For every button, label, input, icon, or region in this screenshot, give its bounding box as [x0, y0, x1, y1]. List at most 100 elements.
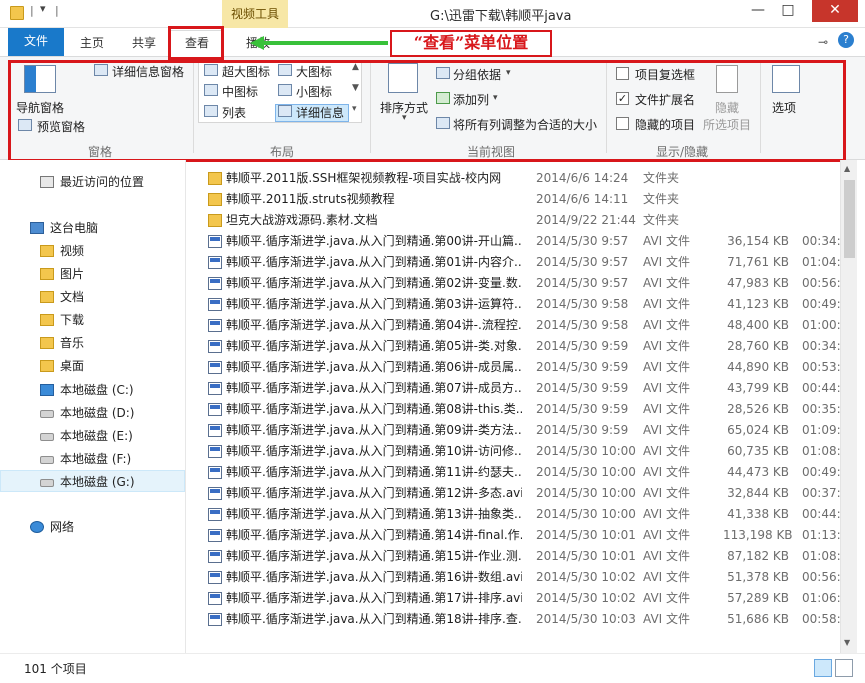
- folder-icon: [40, 360, 54, 372]
- vertical-scrollbar[interactable]: ▲ ▼: [840, 160, 857, 653]
- file-date: 2014/5/30 10:01: [536, 549, 636, 563]
- file-row[interactable]: 韩顺平.循序渐进学.java.从入门到精通.第02讲-变量.数... 2014/5…: [198, 273, 840, 294]
- file-size: 47,983 KB: [727, 276, 789, 290]
- file-size: 36,154 KB: [727, 234, 789, 248]
- video-file-icon: [208, 235, 222, 248]
- file-row[interactable]: 坦克大战游戏源码.素材.文档 2014/9/22 21:44 文件夹: [198, 210, 840, 231]
- file-name: 韩顺平.2011版.SSH框架视频教程-项目实战-校内网: [226, 171, 502, 185]
- video-file-icon: [208, 571, 222, 584]
- close-button[interactable]: ✕: [812, 0, 858, 22]
- file-row[interactable]: 韩顺平.循序渐进学.java.从入门到精通.第17讲-排序.avi 2014/5/…: [198, 588, 840, 609]
- file-type: AVI 文件: [643, 423, 691, 437]
- file-size: 44,473 KB: [727, 465, 789, 479]
- navigation-pane: 最近访问的位置 这台电脑 视频 图片 文档 下载 音乐 桌面 本地磁盘 (C:)…: [0, 160, 186, 653]
- file-name: 韩顺平.循序渐进学.java.从入门到精通.第12讲-多态.avi: [226, 486, 522, 500]
- file-date: 2014/5/30 9:59: [536, 402, 629, 416]
- scrollbar-thumb[interactable]: [844, 180, 855, 258]
- file-size: 32,844 KB: [727, 486, 789, 500]
- nav-item-music[interactable]: 音乐: [0, 332, 185, 354]
- file-row[interactable]: 韩顺平.循序渐进学.java.从入门到精通.第05讲-类.对象... 2014/5…: [198, 336, 840, 357]
- video-file-icon: [208, 466, 222, 479]
- annotation-arrow-icon: [250, 36, 264, 50]
- drive-icon: [40, 456, 54, 464]
- nav-item-drive-e[interactable]: 本地磁盘 (E:): [0, 425, 185, 447]
- nav-item-label: 这台电脑: [50, 221, 99, 235]
- nav-item-label: 本地磁盘 (E:): [60, 429, 133, 443]
- nav-item-drive-f[interactable]: 本地磁盘 (F:): [0, 448, 185, 470]
- nav-item-label: 图片: [60, 267, 85, 281]
- folder-icon: [40, 337, 54, 349]
- nav-item-drive-c[interactable]: 本地磁盘 (C:): [0, 379, 185, 401]
- file-length: 00:56:: [802, 570, 840, 584]
- details-view-toggle-icon[interactable]: [814, 659, 832, 677]
- file-size: 87,182 KB: [727, 549, 789, 563]
- file-type: AVI 文件: [643, 360, 691, 374]
- nav-item-recent-places[interactable]: 最近访问的位置: [0, 171, 185, 193]
- file-type: AVI 文件: [643, 507, 691, 521]
- file-row[interactable]: 韩顺平.循序渐进学.java.从入门到精通.第06讲-成员属... 2014/5/…: [198, 357, 840, 378]
- file-row[interactable]: 韩顺平.循序渐进学.java.从入门到精通.第13讲-抽象类... 2014/5/…: [198, 504, 840, 525]
- file-row[interactable]: 韩顺平.循序渐进学.java.从入门到精通.第03讲-运算符... 2014/5/…: [198, 294, 840, 315]
- file-row[interactable]: 韩顺平.2011版.SSH框架视频教程-项目实战-校内网 2014/6/6 14:…: [198, 168, 840, 189]
- file-type: AVI 文件: [643, 402, 691, 416]
- file-row[interactable]: 韩顺平.循序渐进学.java.从入门到精通.第18讲-排序.查... 2014/5…: [198, 609, 840, 630]
- file-name: 韩顺平.2011版.struts视频教程: [226, 192, 395, 206]
- file-name: 韩顺平.循序渐进学.java.从入门到精通.第01讲-内容介...: [226, 255, 522, 269]
- nav-item-drive-g[interactable]: 本地磁盘 (G:): [0, 470, 185, 492]
- minimize-button[interactable]: —: [744, 0, 772, 22]
- large-icons-view-toggle-icon[interactable]: [835, 659, 853, 677]
- file-date: 2014/5/30 9:58: [536, 297, 629, 311]
- file-length: 00:53:: [802, 360, 840, 374]
- file-row[interactable]: 韩顺平.循序渐进学.java.从入门到精通.第12讲-多态.avi 2014/5/…: [198, 483, 840, 504]
- nav-item-pictures[interactable]: 图片: [0, 263, 185, 285]
- tab-file[interactable]: 文件: [8, 28, 64, 56]
- nav-item-downloads[interactable]: 下载: [0, 309, 185, 331]
- file-type: AVI 文件: [643, 591, 691, 605]
- file-date: 2014/5/30 9:59: [536, 339, 629, 353]
- file-date: 2014/5/30 9:59: [536, 381, 629, 395]
- scroll-up-icon[interactable]: ▲: [844, 164, 850, 173]
- file-type: AVI 文件: [643, 339, 691, 353]
- nav-item-label: 下载: [60, 313, 85, 327]
- file-row[interactable]: 韩顺平.循序渐进学.java.从入门到精通.第04讲-.流程控... 2014/5…: [198, 315, 840, 336]
- tab-home[interactable]: 主页: [72, 31, 112, 57]
- file-row[interactable]: 韩顺平.2011版.struts视频教程 2014/6/6 14:11 文件夹: [198, 189, 840, 210]
- file-name: 韩顺平.循序渐进学.java.从入门到精通.第09讲-类方法...: [226, 423, 522, 437]
- file-size: 41,123 KB: [727, 297, 789, 311]
- file-row[interactable]: 韩顺平.循序渐进学.java.从入门到精通.第11讲-约瑟夫... 2014/5/…: [198, 462, 840, 483]
- file-row[interactable]: 韩顺平.循序渐进学.java.从入门到精通.第10讲-访问修... 2014/5/…: [198, 441, 840, 462]
- video-tools-context-label: 视频工具: [222, 0, 288, 28]
- file-row[interactable]: 韩顺平.循序渐进学.java.从入门到精通.第07讲-成员方... 2014/5/…: [198, 378, 840, 399]
- nav-item-network[interactable]: 网络: [0, 516, 185, 538]
- chevron-down-icon[interactable]: ▾: [40, 2, 54, 16]
- file-row[interactable]: 韩顺平.循序渐进学.java.从入门到精通.第16讲-数组.avi 2014/5/…: [198, 567, 840, 588]
- file-name: 韩顺平.循序渐进学.java.从入门到精通.第02讲-变量.数...: [226, 276, 522, 290]
- maximize-button[interactable]: □: [774, 0, 802, 22]
- help-icon[interactable]: ?: [838, 32, 854, 48]
- file-length: 01:09:: [802, 423, 840, 437]
- file-length: 01:08:: [802, 444, 840, 458]
- file-row[interactable]: 韩顺平.循序渐进学.java.从入门到精通.第15讲-作业.测... 2014/5…: [198, 546, 840, 567]
- nav-item-desktop[interactable]: 桌面: [0, 355, 185, 377]
- pin-icon[interactable]: ⊸: [818, 35, 828, 49]
- tab-share[interactable]: 共享: [124, 31, 164, 57]
- file-row[interactable]: 韩顺平.循序渐进学.java.从入门到精通.第00讲-开山篇... 2014/5/…: [198, 231, 840, 252]
- file-type: AVI 文件: [643, 486, 691, 500]
- file-date: 2014/6/6 14:11: [536, 192, 629, 206]
- file-type: AVI 文件: [643, 381, 691, 395]
- file-date: 2014/5/30 9:57: [536, 276, 629, 290]
- quick-access-divider-icon: |: [55, 4, 59, 17]
- nav-item-this-pc[interactable]: 这台电脑: [0, 217, 185, 239]
- nav-item-videos[interactable]: 视频: [0, 240, 185, 262]
- nav-item-documents[interactable]: 文档: [0, 286, 185, 308]
- nav-item-drive-d[interactable]: 本地磁盘 (D:): [0, 402, 185, 424]
- scroll-down-icon[interactable]: ▼: [844, 638, 850, 647]
- file-row[interactable]: 韩顺平.循序渐进学.java.从入门到精通.第08讲-this.类... 2014…: [198, 399, 840, 420]
- file-row[interactable]: 韩顺平.循序渐进学.java.从入门到精通.第09讲-类方法... 2014/5/…: [198, 420, 840, 441]
- file-row[interactable]: 韩顺平.循序渐进学.java.从入门到精通.第14讲-final.作... 201…: [198, 525, 840, 546]
- file-length: 00:34:: [802, 234, 840, 248]
- file-size: 44,890 KB: [727, 360, 789, 374]
- file-row[interactable]: 韩顺平.循序渐进学.java.从入门到精通.第01讲-内容介... 2014/5/…: [198, 252, 840, 273]
- annotation-label: “查看”菜单位置: [390, 30, 552, 57]
- file-length: 01:06:: [802, 591, 840, 605]
